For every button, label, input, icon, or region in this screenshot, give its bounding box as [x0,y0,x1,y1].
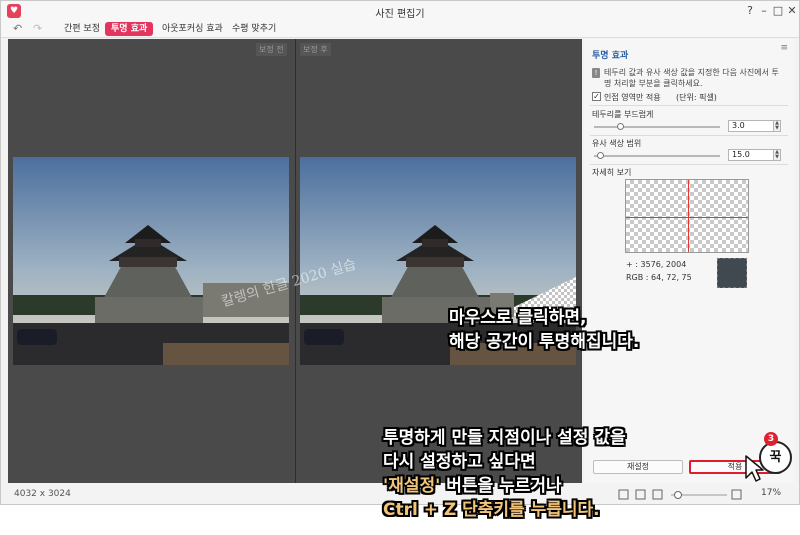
help-icon[interactable]: ? [743,4,757,18]
panel-separator [590,105,788,106]
toolbar: ↶ ↷ 간편 보정 투명 효과 아웃포커싱 효과 수평 맞추기 [1,21,799,38]
edge-soften-label: 테두리를 부드럽게 [592,110,654,119]
annotation-line: 마우스로 클릭하면, [449,308,587,328]
detail-preview [625,179,749,253]
spin-down-icon[interactable]: ▼ [774,155,780,160]
annotation-caption-click: 마우스로 클릭하면, 해당 공간이 투명해집니다. [449,306,639,354]
panel-title: 투명 효과 [592,51,629,61]
spin-down-icon[interactable]: ▼ [774,126,780,131]
color-swatch [717,258,747,288]
annotation-line: 다시 설정하고 싶다면 [383,452,536,472]
unit-label: (단위: 픽셀) [676,93,717,102]
annotation-line: 해당 공간이 투명해집니다. [449,332,640,352]
image-dimensions: 4032 x 3024 [14,489,71,499]
tab-quick-correct[interactable]: 간편 보정 [58,22,106,36]
redo-icon[interactable]: ↷ [33,22,42,35]
zoom-percent: 17% [761,488,782,498]
minimize-icon[interactable]: – [757,4,771,18]
window-title: 사진 편집기 [375,9,425,20]
panel-menu-icon[interactable]: ≡ [780,43,788,53]
annotation-caption-reset: 투명하게 만들 지점이나 설정 값을 다시 설정하고 싶다면 '재설정' 버튼을… [383,426,626,522]
tab-level-horizon[interactable]: 수평 맞추기 [226,22,282,36]
rgb-readout: RGB : 64, 72, 75 [626,273,692,282]
adjacent-only-label: 인접 영역만 적용 [604,93,661,102]
transparent-effect-panel: 투명 효과 ≡ ! 테두리 값과 유사 색상 값을 지정한 다음 사진에서 투명… [584,39,794,483]
annotation-line: 투명하게 만들 지점이나 설정 값을 [383,428,626,448]
compare-divider [295,39,296,483]
crosshair-vertical [688,180,689,252]
edge-soften-spinner[interactable]: ▲ ▼ [773,120,781,132]
similar-color-slider[interactable] [594,155,720,157]
before-label: 보정 전 [256,43,287,56]
edge-soften-slider-thumb[interactable] [617,123,624,130]
coordinate-readout: + : 3576, 2004 [626,260,687,269]
similar-color-label: 유사 색상 범위 [592,139,642,148]
panel-separator [590,135,788,136]
similar-color-input[interactable]: 15.0 [728,149,774,161]
annotation-highlight: '재설정' [383,476,441,496]
tab-transparent-effect[interactable]: 투명 효과 [105,22,154,36]
edge-soften-input[interactable]: 3.0 [728,120,774,132]
image-workspace: 보정 전 보정 후 [8,39,582,483]
tab-out-focusing[interactable]: 아웃포커싱 효과 [156,22,229,36]
annotation-text: 버튼을 누르거나 [440,476,562,496]
after-label: 보정 후 [300,43,331,56]
crosshair-horizontal [626,217,748,218]
detail-view-label: 자세히 보기 [592,168,632,177]
panel-instructions: 테두리 값과 유사 색상 값을 지정한 다음 사진에서 투명 처리할 부분을 클… [604,68,779,88]
adjacent-only-checkbox[interactable]: ✓ [592,92,601,101]
similar-color-spinner[interactable]: ▲ ▼ [773,149,781,161]
edge-soften-slider[interactable] [594,126,720,128]
maximize-icon[interactable]: □ [771,4,785,18]
title-bar: ♥ 사진 편집기 ? – □ ✕ [1,1,799,21]
panel-separator [590,164,788,165]
info-icon: ! [592,68,600,78]
annotation-line: '재설정' 버튼을 누르거나 [383,474,626,498]
similar-color-slider-thumb[interactable] [597,152,604,159]
undo-icon[interactable]: ↶ [13,22,22,35]
before-photo [13,157,289,365]
mouse-pointer-icon [745,455,764,482]
close-icon[interactable]: ✕ [785,4,799,18]
annotation-line: Ctrl + Z 단축키를 누릅니다. [383,500,600,520]
step-number-badge: 3 [764,432,778,446]
